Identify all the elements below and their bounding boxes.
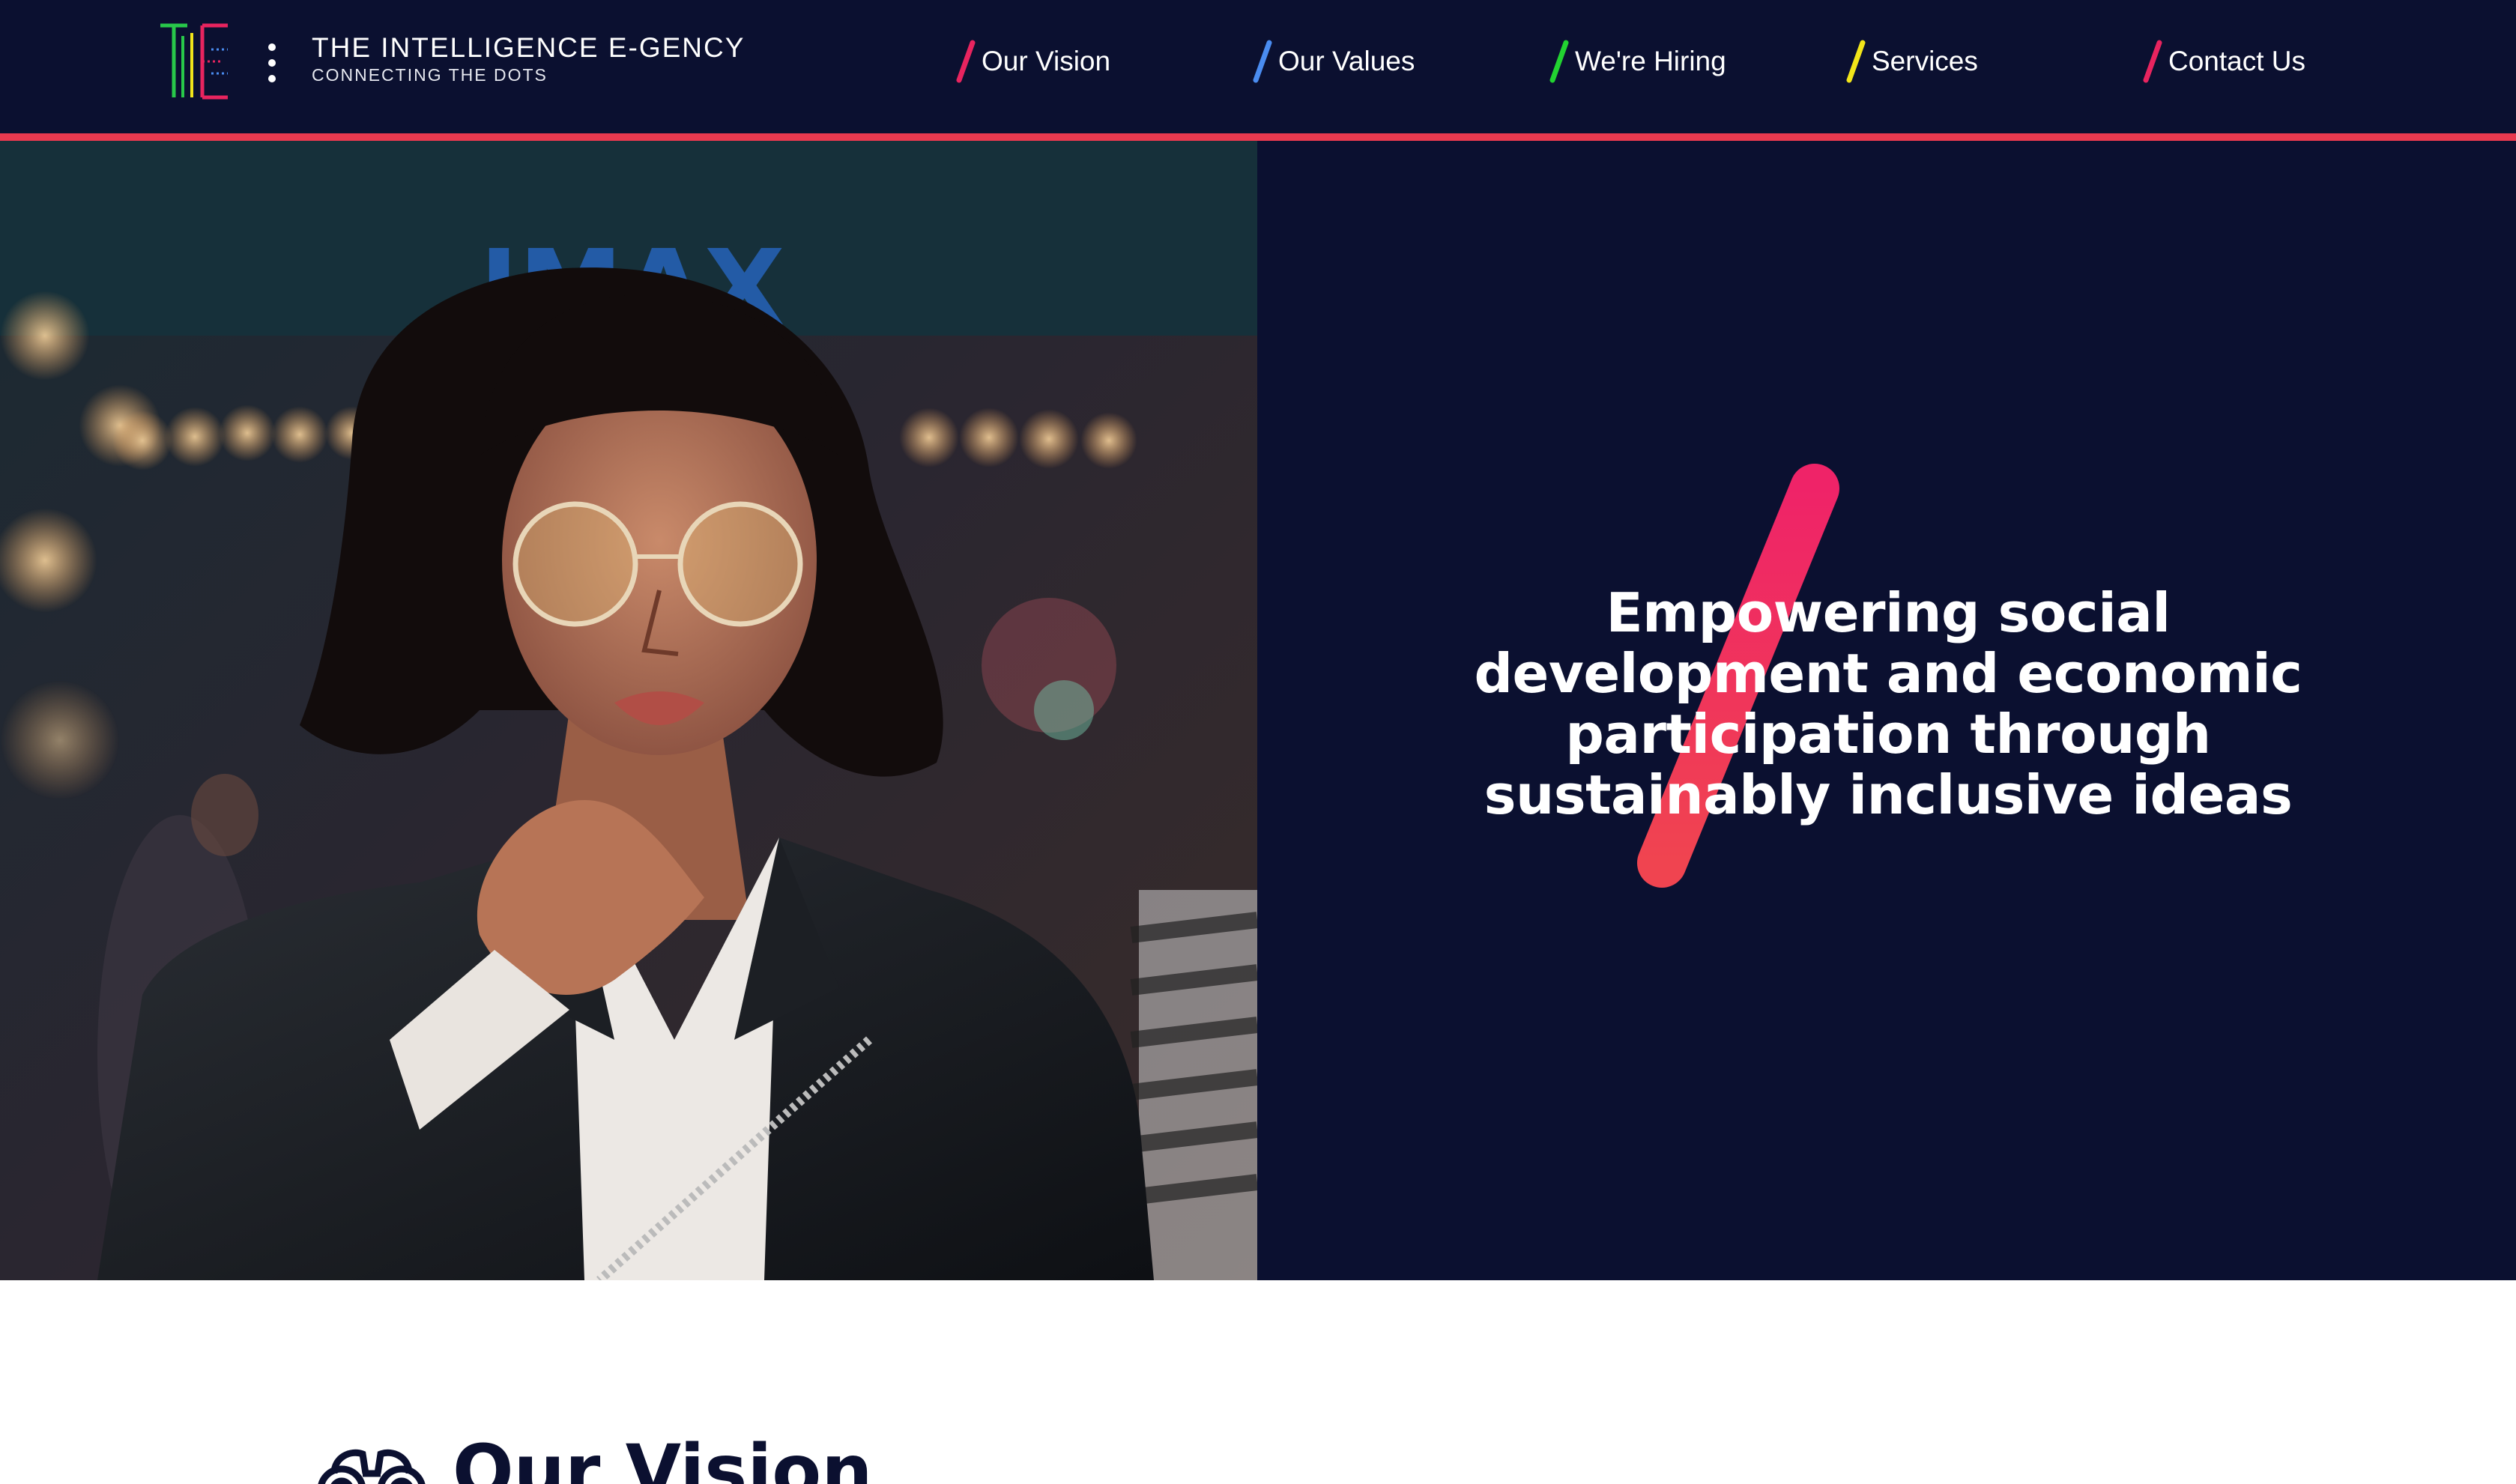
slash-icon [1549, 40, 1569, 83]
nav-label: Our Vision [982, 46, 1111, 76]
woman-photo-illustration: IMAX [0, 141, 1257, 1280]
slash-icon [1253, 40, 1272, 83]
nav-label: We're Hiring [1575, 46, 1726, 76]
nav-item-our-values[interactable]: Our Values [1251, 36, 1415, 87]
nav-item-our-vision[interactable]: Our Vision [955, 36, 1110, 87]
slash-icon [1846, 40, 1866, 83]
slash-icon [956, 40, 976, 83]
hero-photo: IMAX [0, 141, 1257, 1280]
headline-line: development and economic [1474, 642, 2302, 705]
nav-label: Contact Us [2168, 46, 2306, 76]
nav-item-services[interactable]: Services [1845, 36, 1978, 87]
headline-line: sustainably inclusive ideas [1484, 763, 2293, 826]
headline-line: participation through [1565, 703, 2211, 766]
nav-item-contact-us[interactable]: Contact Us [2141, 36, 2305, 87]
slash-icon [2143, 40, 2162, 83]
headline-line: Empowering social [1606, 581, 2171, 644]
brand-name: THE INTELLIGENCE E-GENCY [312, 32, 746, 63]
nav-label: Our Values [1278, 46, 1415, 76]
brand-block[interactable]: THE INTELLIGENCE E-GENCY CONNECTING THE … [312, 31, 745, 85]
header-accent-line [0, 133, 2516, 141]
vision-section: Our Vision [0, 1280, 2516, 1484]
nav-label: Services [1872, 46, 1978, 76]
vertical-dots-icon[interactable] [267, 42, 277, 84]
vision-title: Our Vision [453, 1429, 873, 1484]
nav-item-hiring[interactable]: We're Hiring [1548, 36, 1726, 87]
site-header: THE INTELLIGENCE E-GENCY CONNECTING THE … [0, 0, 2516, 135]
brand-tagline: CONNECTING THE DOTS [312, 65, 548, 85]
te-logo-icon[interactable] [159, 22, 231, 100]
hero-headline: Empowering social development and econom… [1424, 583, 2353, 826]
binoculars-icon [318, 1449, 426, 1484]
